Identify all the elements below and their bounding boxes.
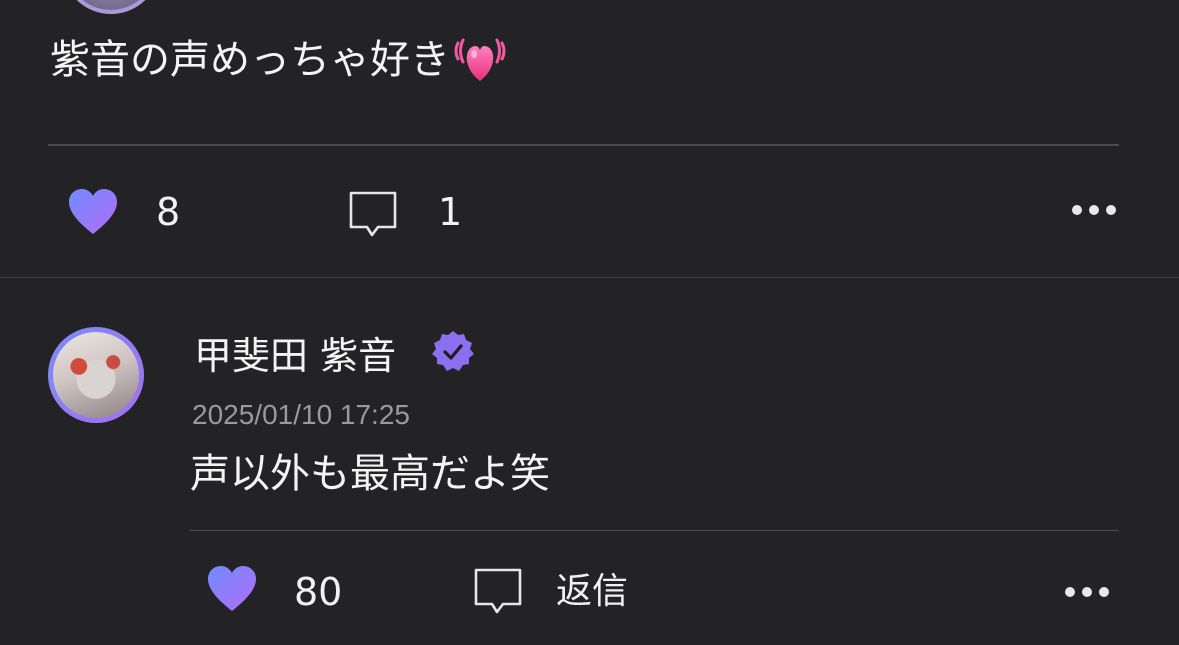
previous-post-avatar[interactable]	[62, 0, 160, 14]
reply-author-name[interactable]: 甲斐田 紫音	[194, 330, 396, 382]
growing-heart-emoji	[454, 38, 506, 81]
post-text-content: 紫音の声めっちゃ好き	[50, 37, 450, 83]
post-text: 紫音の声めっちゃ好き	[50, 30, 508, 90]
reply-author-avatar[interactable]	[48, 327, 144, 423]
verified-badge-icon	[432, 331, 474, 371]
section-divider	[0, 277, 1179, 278]
reply-comment-icon[interactable]	[473, 567, 523, 615]
post-divider	[48, 144, 1119, 146]
dot	[1099, 587, 1109, 597]
post-comment-count: 1	[438, 190, 463, 234]
reply-more-icon[interactable]	[1065, 587, 1109, 597]
reply-timestamp: 2025/01/10 17:25	[192, 399, 410, 430]
dot	[1089, 205, 1099, 215]
reply-like-heart-icon[interactable]	[206, 565, 258, 613]
reply-button-label[interactable]: 返信	[556, 570, 628, 614]
dot	[1082, 587, 1092, 597]
dot	[1065, 587, 1075, 597]
avatar-image	[53, 332, 139, 418]
like-heart-icon[interactable]	[67, 188, 119, 236]
reply-like-count: 80	[294, 570, 343, 614]
dot	[1106, 205, 1116, 215]
dot	[1072, 205, 1082, 215]
comment-icon[interactable]	[348, 190, 398, 238]
reply-divider	[189, 530, 1119, 531]
post-like-count: 8	[156, 190, 181, 234]
reply-text: 声以外も最高だよ笑	[190, 451, 550, 497]
post-more-icon[interactable]	[1072, 205, 1116, 215]
